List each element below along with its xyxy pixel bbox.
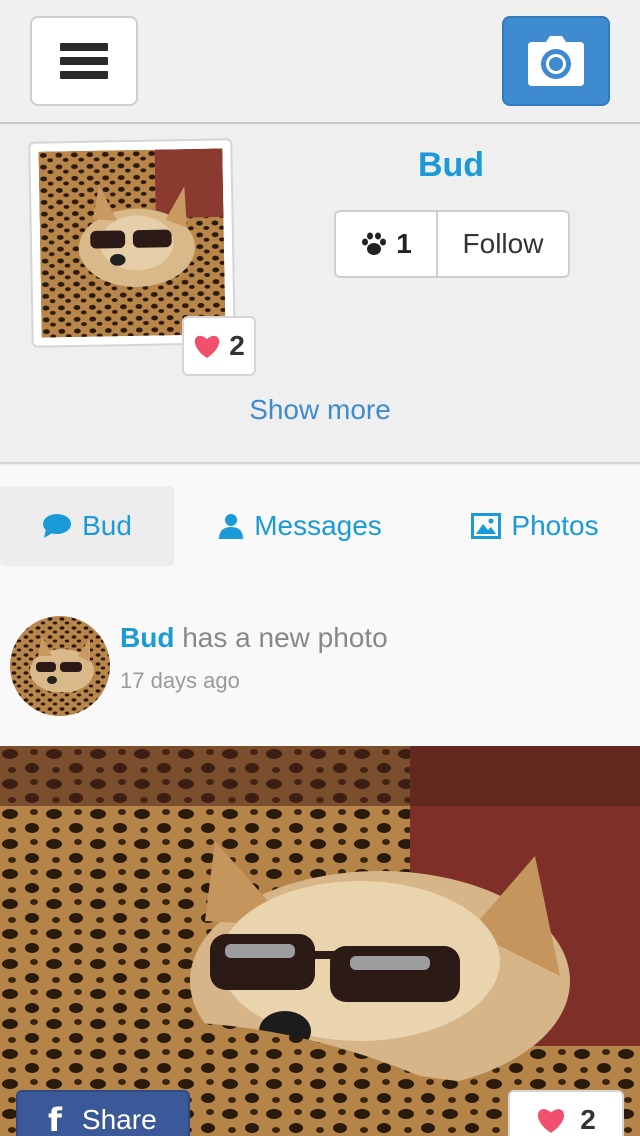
menu-button[interactable]: [30, 16, 138, 106]
follow-group: 1 Follow: [334, 210, 570, 278]
tab-label: Messages: [254, 510, 382, 541]
profile-like-button[interactable]: 2: [182, 316, 256, 376]
tab-messages[interactable]: Messages: [200, 486, 400, 566]
share-label: Share: [81, 1104, 157, 1135]
feed-author-link[interactable]: Bud: [120, 622, 174, 653]
profile-tabs: Bud Messages Photos: [0, 466, 640, 586]
photo-like-button[interactable]: 2: [508, 1090, 624, 1136]
photo-like-count: 2: [580, 1104, 596, 1135]
tab-label: Bud: [82, 510, 132, 541]
person-icon: [219, 514, 244, 539]
profile-section: 2 Bud 1 Follow Show more: [0, 126, 640, 464]
followers-count[interactable]: 1: [336, 212, 438, 276]
heart-icon: [195, 335, 220, 358]
tab-bud[interactable]: Bud: [0, 486, 174, 566]
show-more-link[interactable]: Show more: [0, 394, 640, 426]
follow-button[interactable]: Follow: [438, 212, 568, 276]
hamburger-menu-icon: [60, 37, 108, 85]
profile-name: Bud: [417, 146, 485, 184]
tab-photos[interactable]: Photos: [450, 486, 620, 566]
picture-icon: [471, 513, 502, 539]
paw-icon: [362, 232, 387, 255]
facebook-share-button[interactable]: f Share: [16, 1090, 190, 1136]
camera-icon: [528, 36, 584, 86]
heart-icon: [538, 1109, 565, 1133]
followers-count-value: 1: [396, 228, 412, 259]
tab-label: Photos: [511, 510, 599, 541]
feed-photo[interactable]: [0, 746, 640, 1136]
camera-button[interactable]: [502, 16, 610, 106]
top-bar: [0, 0, 640, 124]
feed-entry: Bud has a new photo 17 days ago: [0, 586, 640, 746]
speech-bubble-icon: [43, 514, 72, 538]
facebook-icon: f: [48, 1101, 62, 1136]
profile-like-count: 2: [229, 330, 245, 361]
feed-title: Bud has a new photo: [120, 622, 388, 654]
feed-timestamp: 17 days ago: [120, 668, 240, 693]
dog-photo-thumbnail: [38, 148, 226, 338]
feed-avatar[interactable]: [10, 616, 110, 716]
feed-action: has a new photo: [182, 622, 388, 653]
